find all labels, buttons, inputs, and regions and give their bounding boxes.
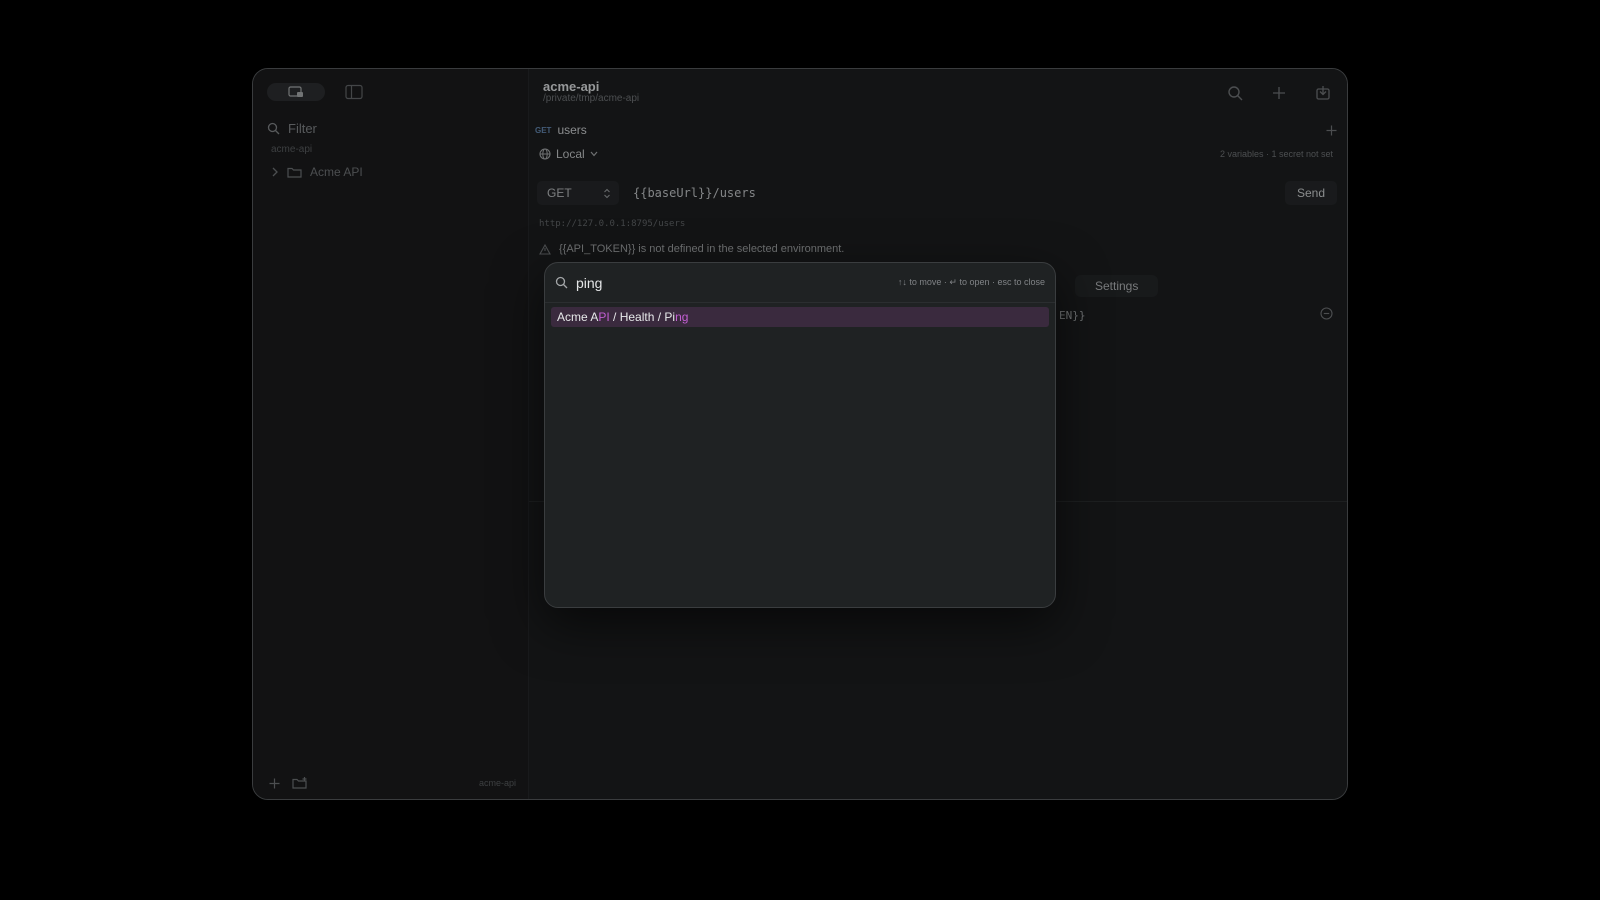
environment-row: Local 2 variables · 1 secret not set bbox=[539, 147, 1333, 161]
add-icon[interactable] bbox=[269, 778, 280, 789]
header-value: EN}} bbox=[1059, 309, 1086, 322]
palette-result-item[interactable]: Acme A PI / Health / Pi ng bbox=[551, 307, 1049, 327]
chevron-right-icon[interactable] bbox=[271, 167, 279, 177]
collections-view-toggle[interactable] bbox=[267, 83, 325, 101]
result-text-segment: Acme A bbox=[557, 310, 599, 324]
search-icon bbox=[555, 276, 568, 289]
tab-settings[interactable]: Settings bbox=[1075, 275, 1159, 297]
warning-text: {{API_TOKEN}} is not defined in the sele… bbox=[559, 243, 845, 255]
sidebar-filter bbox=[267, 121, 488, 136]
palette-results: Acme A PI / Health / Pi ng bbox=[545, 307, 1055, 327]
method-select[interactable]: GET bbox=[537, 181, 619, 205]
warning-icon bbox=[539, 243, 551, 255]
globe-icon bbox=[539, 148, 551, 160]
folder-icon bbox=[287, 166, 302, 178]
stepper-icon bbox=[603, 188, 611, 199]
search-icon bbox=[267, 122, 280, 135]
request-tabs: Settings bbox=[1075, 275, 1159, 297]
workspace-label: acme-api bbox=[271, 144, 313, 155]
new-folder-icon[interactable] bbox=[292, 777, 308, 789]
chevron-down-icon bbox=[590, 151, 598, 157]
command-palette: ↑↓ to move · ↵ to open · esc to close Ac… bbox=[544, 262, 1056, 608]
collections-icon bbox=[288, 86, 304, 98]
footer-workspace-label: acme-api bbox=[478, 778, 516, 788]
tree-item-collection[interactable]: Acme API bbox=[271, 165, 363, 179]
tab-method-badge: GET bbox=[535, 125, 552, 135]
result-match-highlight: PI bbox=[598, 310, 610, 324]
send-button[interactable]: Send bbox=[1284, 181, 1337, 205]
environment-name: Local bbox=[556, 147, 585, 161]
palette-search-row: ↑↓ to move · ↵ to open · esc to close bbox=[545, 263, 1055, 303]
project-path: /private/tmp/acme-api bbox=[543, 93, 640, 104]
palette-search-input[interactable] bbox=[576, 274, 898, 291]
remove-icon[interactable] bbox=[1320, 307, 1333, 320]
add-tab-icon[interactable] bbox=[1326, 125, 1337, 136]
resolved-url: http://127.0.0.1:8795/users bbox=[539, 219, 686, 229]
sidebar-toggle-icon[interactable] bbox=[345, 84, 363, 100]
request-tab-row: GET users bbox=[535, 121, 1337, 139]
sidebar: acme-api Acme API acme-api bbox=[253, 69, 529, 799]
environment-select[interactable]: Local bbox=[539, 147, 598, 161]
result-match-highlight: ng bbox=[675, 310, 689, 324]
method-value: GET bbox=[547, 186, 572, 200]
tree-item-label: Acme API bbox=[310, 165, 363, 179]
palette-hint: ↑↓ to move · ↵ to open · esc to close bbox=[897, 277, 1045, 287]
import-icon[interactable] bbox=[1313, 83, 1333, 103]
search-icon[interactable] bbox=[1225, 83, 1245, 103]
url-bar: GET {{baseUrl}}/users Send bbox=[537, 181, 1337, 205]
new-request-icon[interactable] bbox=[1269, 83, 1289, 103]
environment-status: 2 variables · 1 secret not set bbox=[1219, 149, 1333, 159]
tab-users[interactable]: users bbox=[557, 123, 586, 137]
warning-message: {{API_TOKEN}} is not defined in the sele… bbox=[539, 243, 844, 255]
project-title: acme-api bbox=[543, 79, 600, 94]
top-actions bbox=[1225, 83, 1333, 103]
url-input[interactable]: {{baseUrl}}/users bbox=[633, 186, 756, 200]
filter-input[interactable] bbox=[288, 121, 488, 136]
result-text-segment: / Health / Pi bbox=[609, 310, 676, 324]
sidebar-footer: acme-api bbox=[269, 777, 516, 789]
